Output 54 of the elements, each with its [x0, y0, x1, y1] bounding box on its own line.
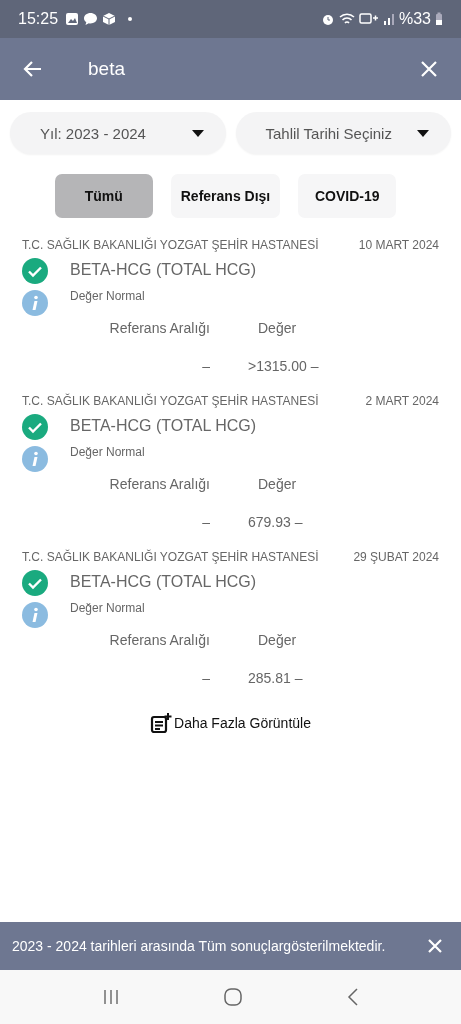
battery-icon — [435, 12, 443, 26]
reference-range: – — [202, 358, 211, 374]
result-status: Değer Normal — [70, 445, 146, 459]
filter-tab[interactable]: COVID-19 — [298, 174, 397, 218]
hospital-name: T.C. SAĞLIK BAKANLIĞI YOZGAT ŞEHİR HASTANESİ — [22, 394, 319, 408]
search-query[interactable]: beta — [88, 54, 375, 84]
column-label: Referans Aralığı — [109, 632, 211, 648]
hospital-name: T.C. SAĞLIK BAKANLIĞI YOZGAT ŞEHİR HASTANESİ — [22, 550, 319, 564]
alarm-icon — [320, 12, 335, 26]
check-circle-icon — [22, 414, 48, 440]
clock-time: 15:25 — [18, 10, 59, 28]
signal-icon — [382, 12, 395, 26]
check-circle-icon — [22, 570, 48, 596]
result-date: 29 ŞUBAT 2024 — [353, 550, 439, 564]
load-more-button[interactable]: Daha Fazla Görüntüle — [150, 712, 311, 734]
reference-range: – — [202, 514, 211, 530]
home-icon[interactable] — [222, 987, 243, 1007]
result-date: 10 MART 2024 — [358, 238, 439, 252]
snackbar-message: 2023 - 2024 tarihleri arasında Tüm sonuçlargösterilmektedir. — [12, 938, 386, 954]
gallery-icon — [65, 12, 80, 26]
result-status: Değer Normal — [70, 289, 146, 303]
dropdown[interactable]: Tahlil Tarihi Seçiniz — [235, 112, 451, 154]
battery-percent: %33 — [398, 10, 431, 28]
test-name: BETA-HCG (TOTAL HCG) — [70, 417, 257, 435]
result-value: >1315.00 – — [247, 358, 320, 374]
hospital-name: T.C. SAĞLIK BAKANLIĞI YOZGAT ŞEHİR HASTANESİ — [22, 238, 319, 252]
back-icon[interactable] — [345, 987, 360, 1007]
chat-icon — [83, 12, 99, 26]
filter-tab[interactable]: Referans Dışı — [170, 174, 281, 218]
add-note-icon — [150, 712, 172, 734]
recent-apps-icon[interactable] — [101, 989, 120, 1005]
dropdown[interactable]: Yıl: 2023 - 2024 — [10, 112, 226, 154]
column-label: Değer — [257, 320, 298, 336]
dot-icon — [128, 17, 133, 21]
close-icon[interactable] — [419, 59, 439, 79]
test-name: BETA-HCG (TOTAL HCG) — [70, 573, 257, 591]
check-circle-icon — [22, 258, 48, 284]
result-date: 2 MART 2024 — [365, 394, 439, 408]
wifi-icon — [338, 12, 355, 26]
filter-tab[interactable]: Tümü — [54, 174, 153, 218]
test-name: BETA-HCG (TOTAL HCG) — [70, 261, 257, 279]
result-value: 679.93 – — [247, 514, 304, 530]
column-label: Referans Aralığı — [109, 476, 211, 492]
column-label: Referans Aralığı — [109, 320, 211, 336]
result-value: 285.81 – — [247, 670, 304, 686]
network-icon — [358, 12, 379, 26]
dropdown-caret-icon — [191, 129, 204, 137]
result-status: Değer Normal — [70, 601, 146, 615]
column-label: Değer — [257, 632, 298, 648]
column-label: Değer — [257, 476, 298, 492]
close-icon[interactable] — [427, 938, 443, 954]
box-icon — [102, 12, 117, 26]
reference-range: – — [202, 670, 211, 686]
dropdown-caret-icon — [417, 129, 429, 137]
